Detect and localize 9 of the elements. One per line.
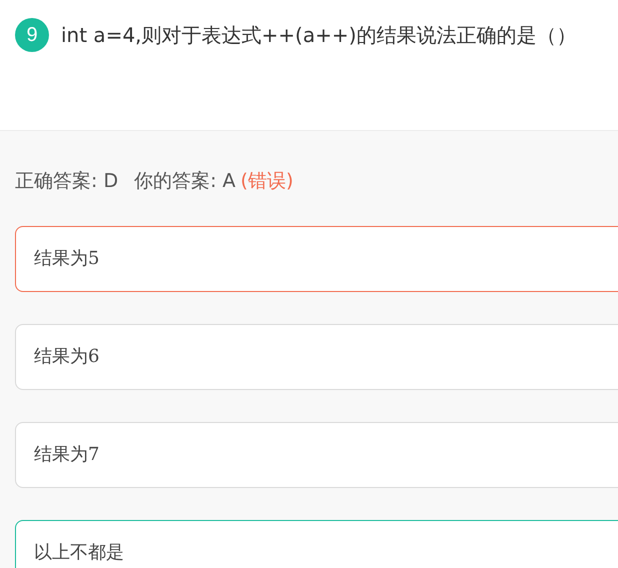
- answer-option[interactable]: 结果为7: [15, 422, 618, 488]
- wrong-verdict: (错误): [240, 169, 294, 194]
- answer-option[interactable]: 以上不都是: [15, 520, 618, 568]
- question-text: int a=4,则对于表达式++(a++)的结果说法正确的是（）: [61, 22, 576, 49]
- answer-option[interactable]: 结果为5: [15, 226, 618, 292]
- correct-answer: 正确答案: D: [15, 169, 118, 194]
- question-number: 9: [15, 18, 49, 52]
- answer-option[interactable]: 结果为6: [15, 324, 618, 390]
- your-answer: 你的答案: A: [134, 169, 236, 194]
